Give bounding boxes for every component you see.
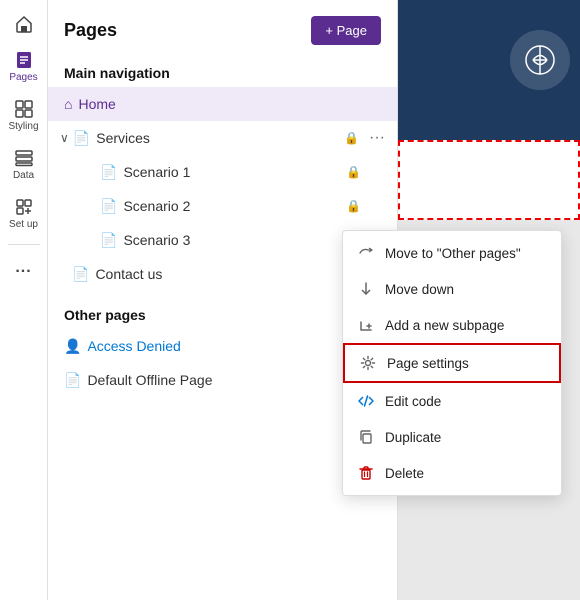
context-menu: Move to "Other pages" Move down Add a ne…	[342, 230, 562, 496]
icon-sidebar: Pages Styling Data	[0, 0, 48, 600]
services-lock-icon: 🔒	[344, 131, 359, 145]
duplicate-icon	[357, 428, 375, 446]
offline-label: Default Offline Page	[87, 372, 365, 388]
styling-icon	[14, 99, 34, 119]
sidebar-styling-label: Styling	[8, 121, 38, 132]
menu-item-duplicate[interactable]: Duplicate	[343, 419, 561, 455]
sidebar-divider	[8, 244, 40, 245]
move-down-icon	[357, 280, 375, 298]
access-denied-label: Access Denied	[87, 338, 365, 354]
scenario3-label: Scenario 3	[123, 232, 346, 248]
services-menu-button[interactable]: ···	[365, 127, 389, 149]
access-denied-icon: 👤	[64, 338, 81, 355]
add-subpage-icon	[357, 316, 375, 334]
edit-code-label: Edit code	[385, 394, 441, 409]
preview-white-strip	[398, 140, 580, 220]
scenario3-icon: 📄	[100, 232, 117, 249]
services-label: Services	[96, 130, 344, 146]
menu-item-move-down[interactable]: Move down	[343, 271, 561, 307]
services-chevron: ∨	[60, 131, 69, 145]
add-page-button[interactable]: + Page	[311, 16, 381, 45]
contact-label: Contact us	[95, 266, 365, 282]
nav-item-services[interactable]: ∨ 📄 Services 🔒 ···	[48, 121, 397, 155]
move-down-label: Move down	[385, 282, 454, 297]
sidebar-item-more[interactable]: ...	[2, 253, 46, 283]
sidebar-item-pages[interactable]: Pages	[2, 44, 46, 89]
services-file-icon: 📄	[73, 130, 90, 147]
contact-icon: 📄	[72, 266, 89, 283]
sidebar-item-data[interactable]: Data	[2, 142, 46, 187]
main-nav-header: Main navigation	[48, 57, 397, 87]
pages-header: Pages + Page	[48, 0, 397, 57]
scenario2-label: Scenario 2	[123, 198, 346, 214]
menu-item-delete[interactable]: Delete	[343, 455, 561, 491]
delete-icon	[357, 464, 375, 482]
nav-item-home[interactable]: ⌂ Home ···	[48, 87, 397, 121]
offline-icon: 📄	[64, 372, 81, 389]
nav-item-scenario2[interactable]: 📄 Scenario 2 🔒 ···	[48, 189, 397, 223]
scenario1-icon: 📄	[100, 164, 117, 181]
move-to-other-icon	[357, 244, 375, 262]
scenario1-lock: 🔒	[346, 165, 361, 179]
sidebar-pages-label: Pages	[9, 72, 37, 83]
sidebar-item-styling[interactable]: Styling	[2, 93, 46, 138]
menu-item-edit-code[interactable]: Edit code	[343, 383, 561, 419]
duplicate-label: Duplicate	[385, 430, 441, 445]
home-label: Home	[78, 96, 365, 112]
preview-circle	[510, 30, 570, 90]
data-icon	[14, 148, 34, 168]
scenario2-lock: 🔒	[346, 199, 361, 213]
nav-item-scenario1[interactable]: 📄 Scenario 1 🔒 ···	[48, 155, 397, 189]
menu-item-page-settings[interactable]: Page settings	[343, 343, 561, 383]
page-title: Pages	[64, 20, 117, 41]
sidebar-data-label: Data	[13, 170, 34, 181]
delete-label: Delete	[385, 466, 424, 481]
page-settings-label: Page settings	[387, 356, 469, 371]
add-subpage-label: Add a new subpage	[385, 318, 504, 333]
menu-item-add-subpage[interactable]: Add a new subpage	[343, 307, 561, 343]
home-icon: ⌂	[64, 96, 72, 112]
home-nav-icon	[14, 14, 34, 34]
sidebar-setup-label: Set up	[9, 219, 38, 230]
sidebar-more-label: ...	[15, 259, 31, 277]
move-to-other-label: Move to "Other pages"	[385, 246, 521, 261]
page-settings-icon	[359, 354, 377, 372]
scenario1-label: Scenario 1	[123, 164, 346, 180]
pages-icon	[14, 50, 34, 70]
edit-code-icon	[357, 392, 375, 410]
sidebar-item-home[interactable]	[2, 8, 46, 40]
menu-item-move-to-other[interactable]: Move to "Other pages"	[343, 235, 561, 271]
sidebar-item-setup[interactable]: Set up	[2, 191, 46, 236]
setup-icon	[14, 197, 34, 217]
scenario2-icon: 📄	[100, 198, 117, 215]
